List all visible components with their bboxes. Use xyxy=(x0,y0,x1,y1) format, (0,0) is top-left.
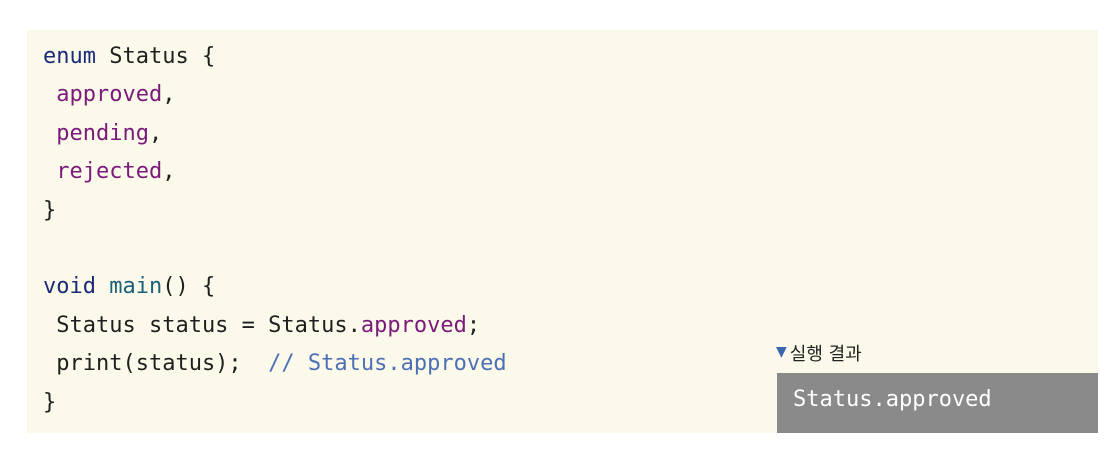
code-token: Status { xyxy=(95,44,216,69)
code-token: print(status); xyxy=(43,351,269,377)
code-token: // Status.approved xyxy=(268,351,507,377)
code-line: void main() { xyxy=(43,268,507,306)
code-token: , xyxy=(162,159,176,185)
code-token: Status status = Status. xyxy=(43,312,361,338)
code-line: Status status = Status.approved; xyxy=(43,307,507,345)
code-token: , xyxy=(148,120,163,146)
code-line: pending, xyxy=(43,115,507,153)
code-token: approved xyxy=(56,82,163,108)
result-heading: ▼ 실행 결과 xyxy=(776,340,862,366)
code-line: print(status); // Status.approved xyxy=(43,345,507,383)
result-output-box: Status.approved xyxy=(777,373,1098,433)
result-output-text: Status.approved xyxy=(793,387,992,412)
code-token: ; xyxy=(466,312,481,338)
code-line: } xyxy=(43,384,507,422)
code-token: , xyxy=(162,82,176,108)
result-label-text: 실행 결과 xyxy=(789,344,862,365)
code-token: } xyxy=(43,389,57,415)
code-line: approved, xyxy=(43,76,507,114)
code-token: void xyxy=(43,274,96,300)
code-token: } xyxy=(43,197,57,223)
code-listing: enum Status { approved, pending, rejecte… xyxy=(43,38,507,422)
code-token: () { xyxy=(162,274,216,300)
code-line: enum Status { xyxy=(43,38,507,76)
code-token: approved xyxy=(360,312,467,338)
code-token: main xyxy=(109,274,163,300)
code-token: rejected xyxy=(56,159,163,185)
code-token: enum xyxy=(43,44,96,69)
triangle-down-icon: ▼ xyxy=(776,344,787,360)
code-token: pending xyxy=(56,120,149,146)
code-line: rejected, xyxy=(43,153,507,191)
code-line: } xyxy=(43,192,507,230)
